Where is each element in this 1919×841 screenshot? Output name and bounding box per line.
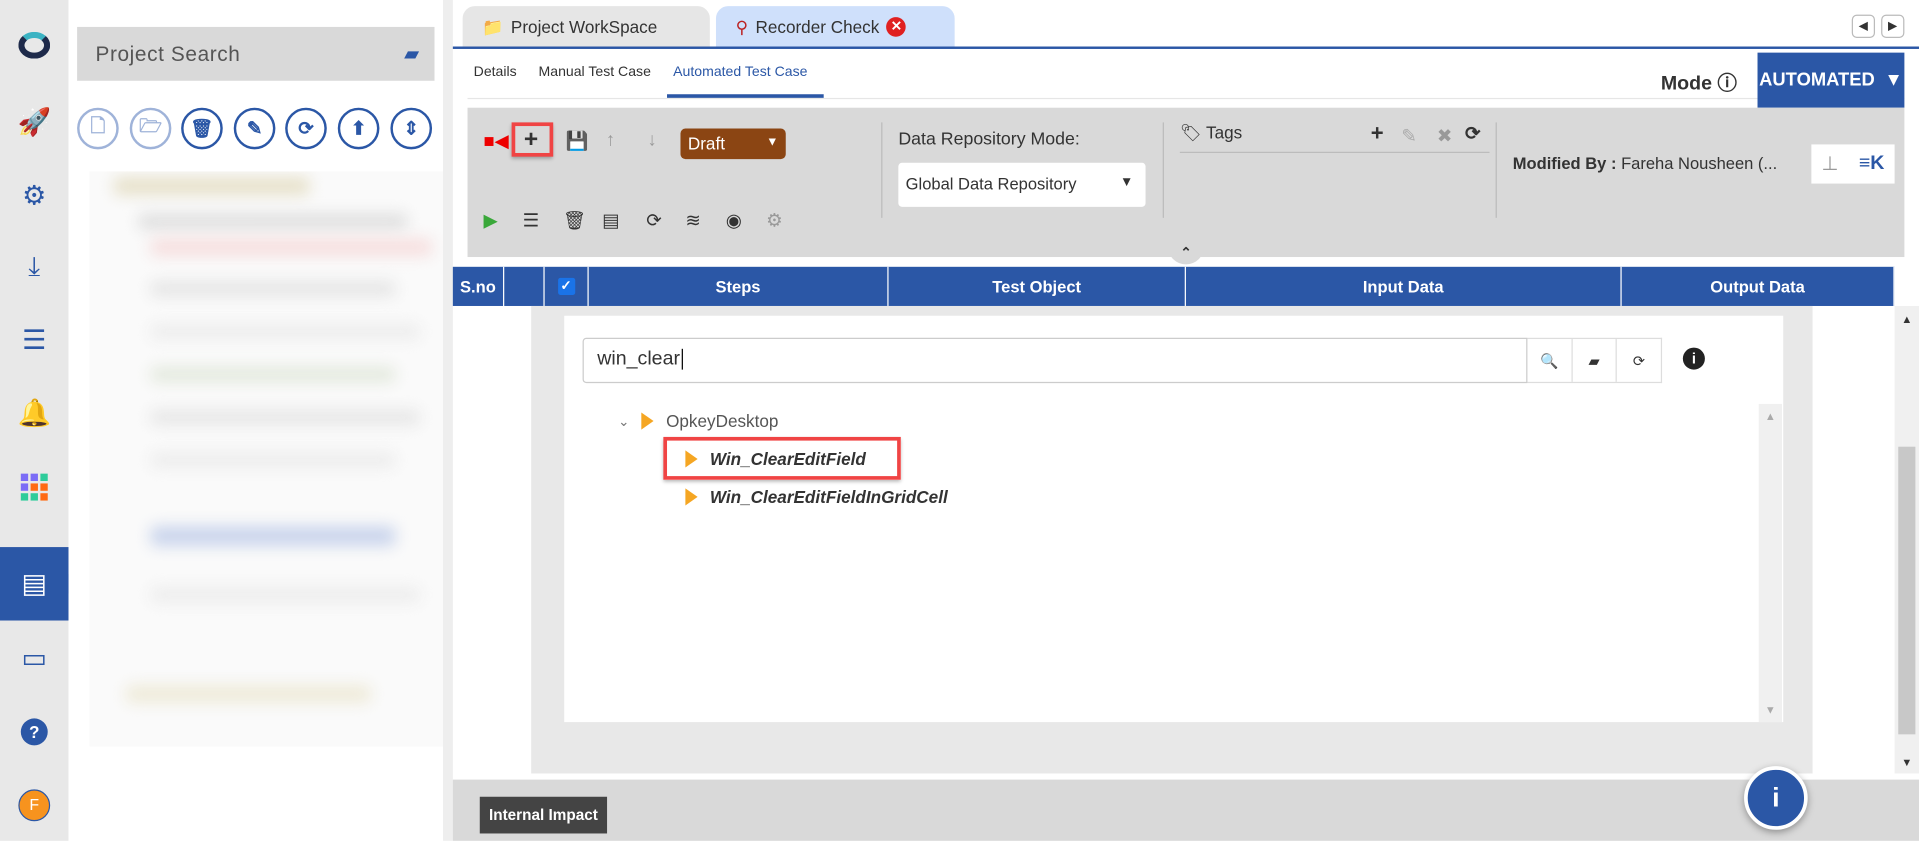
move-up-button[interactable]: ↑ — [606, 130, 615, 151]
tag-icon: 🏷 — [1179, 122, 1202, 142]
tags-divider — [1179, 151, 1490, 153]
rocket-icon[interactable]: 🚀 — [0, 98, 69, 147]
column-input-data: Input Data — [1186, 266, 1622, 306]
help-icon[interactable]: ? — [0, 707, 69, 756]
subtab-manual-test-case[interactable]: Manual Test Case — [539, 65, 651, 80]
refresh-step-button[interactable]: ⟳ — [646, 209, 661, 232]
tree-node-root[interactable]: ⌄ OpkeyDesktop — [618, 411, 778, 431]
subtab-details[interactable]: Details — [474, 65, 517, 80]
add-step-button[interactable]: + — [524, 126, 538, 154]
scroll-tabs-left-button[interactable]: ◀ — [1851, 14, 1876, 38]
add-tag-button[interactable]: + — [1371, 121, 1384, 147]
edit-tag-button[interactable]: ✎ — [1401, 125, 1416, 147]
keyword-search-input[interactable]: win_clear — [582, 337, 1528, 384]
new-file-button[interactable]: 🗋 — [77, 107, 119, 150]
node-arrow-icon — [641, 412, 654, 430]
folder-icon: 📁 — [482, 16, 504, 37]
column-steps: Steps — [589, 266, 889, 306]
delete-button[interactable]: 🗑 — [181, 107, 223, 150]
caret-down-icon: ▼ — [766, 135, 779, 150]
list-icon[interactable]: ☰ — [0, 316, 69, 365]
test-case-toolbar: ■◀ + 💾 ↑ ↓ Draft ▼ ▶ ☰ 🗑 ▤ ⟳ ≋ ◉ ⚙ Data R… — [467, 107, 1905, 258]
tab-divider — [452, 46, 1919, 49]
delete-step-button[interactable]: 🗑 — [563, 209, 586, 232]
chevron-down-icon[interactable]: ⌄ — [618, 413, 629, 429]
tree-node-keyword[interactable]: Win_ClearEditField — [685, 449, 866, 469]
info-icon[interactable]: ⓘ — [1717, 73, 1737, 94]
collapse-toolbar-button[interactable]: ⌃ — [1167, 244, 1205, 265]
data-repository-label: Data Repository Mode: — [898, 129, 1080, 150]
tab-recorder-check[interactable]: ⚲ Recorder Check ✕ — [715, 6, 955, 48]
eraser-icon[interactable]: ▰ — [1572, 339, 1618, 382]
hierarchy-icon[interactable]: ⊥ — [1822, 152, 1839, 176]
refresh-tags-button[interactable]: ⟳ — [1465, 122, 1480, 145]
icon-rail: 🚀 ⚙ ⤓ ☰ 🔔 ▤ ▭ ? F — [0, 0, 81, 841]
column-blank — [504, 266, 545, 306]
internal-impact-button[interactable]: Internal Impact — [479, 796, 608, 834]
list-view-button[interactable]: ☰ — [523, 209, 539, 232]
column-test-object: Test Object — [889, 266, 1186, 306]
view-button[interactable]: ◉ — [726, 209, 742, 232]
caret-down-icon: ▼ — [1120, 175, 1134, 190]
mode-label: Mode ⓘ — [1660, 73, 1738, 95]
delete-tag-button[interactable]: ✖ — [1437, 125, 1452, 147]
layers-button[interactable]: ≋ — [685, 209, 700, 232]
open-folder-button[interactable]: 🗁 — [129, 107, 172, 150]
avatar[interactable]: F — [0, 781, 69, 830]
refresh-icon[interactable]: ⟳ — [1617, 339, 1661, 382]
expand-collapse-button[interactable]: ⇕ — [390, 107, 433, 150]
footer-bar — [452, 779, 1919, 841]
settings-button[interactable]: ⚙ — [766, 209, 782, 232]
separator — [1162, 122, 1164, 218]
info-icon[interactable]: i — [1682, 347, 1705, 370]
test-case-icon[interactable]: ▤ — [0, 547, 81, 621]
search-icon[interactable]: 🔍 — [1527, 339, 1573, 382]
data-repository-select[interactable]: Global Data Repository ▼ — [898, 162, 1146, 207]
recorder-icon: ⚲ — [735, 16, 749, 37]
table-scrollbar[interactable]: ▲ ▼ — [1894, 305, 1919, 774]
close-tab-icon[interactable]: ✕ — [886, 17, 907, 37]
subtab-automated-test-case[interactable]: Automated Test Case — [673, 65, 807, 80]
node-arrow-icon — [685, 450, 698, 468]
logo-icon — [0, 21, 69, 70]
select-all-checkbox[interactable]: ✓ — [545, 266, 589, 306]
column-output-data: Output Data — [1622, 266, 1895, 306]
steps-table-header: S.no ✓ Steps Test Object Input Data Outp… — [452, 266, 1895, 306]
download-icon[interactable]: ⤓ — [0, 242, 69, 291]
move-down-button[interactable]: ↓ — [647, 130, 656, 151]
report-button[interactable]: ▤ — [602, 209, 619, 232]
eraser-icon[interactable]: ▰ — [404, 42, 420, 66]
keyword-view-icon[interactable]: ≡K — [1859, 153, 1885, 175]
info-fab-button[interactable]: i — [1744, 766, 1808, 830]
bell-icon[interactable]: 🔔 — [0, 389, 69, 438]
run-button[interactable]: ▶ — [483, 209, 497, 232]
view-switcher: ⊥ ≡K — [1811, 144, 1895, 184]
tab-project-workspace[interactable]: 📁 Project WorkSpace — [462, 6, 710, 48]
modified-by: Modified By : Fareha Nousheen (... — [1512, 154, 1778, 173]
search-actions: 🔍 ▰ ⟳ — [1527, 337, 1663, 384]
tree-scrollbar[interactable]: ▲ ▼ — [1758, 403, 1782, 723]
project-tree-blurred — [89, 171, 444, 747]
docs-icon[interactable]: ▭ — [0, 634, 69, 683]
tree-node-keyword[interactable]: Win_ClearEditFieldInGridCell — [685, 487, 948, 507]
mode-dropdown[interactable]: AUTOMATED ▼ — [1757, 52, 1905, 108]
node-arrow-icon — [685, 488, 698, 506]
save-button[interactable]: 💾 — [565, 130, 588, 152]
gears-icon[interactable]: ⚙ — [0, 171, 69, 220]
separator — [881, 122, 883, 218]
refresh-button[interactable]: ⟳ — [285, 107, 327, 150]
project-search-input[interactable]: Project Search ▰ — [77, 26, 435, 81]
separator — [1495, 122, 1497, 218]
tags-label: 🏷 Tags — [1179, 122, 1243, 142]
subtab-divider — [467, 97, 1905, 100]
panel-splitter[interactable] — [443, 0, 453, 841]
apps-grid-icon[interactable] — [0, 463, 69, 512]
upload-button[interactable]: ⬆ — [337, 107, 380, 150]
scroll-tabs-right-button[interactable]: ▶ — [1881, 14, 1905, 38]
record-icon[interactable]: ■◀ — [483, 130, 508, 152]
caret-down-icon: ▼ — [1884, 69, 1903, 91]
edit-button[interactable]: ✎ — [233, 107, 276, 150]
column-sno: S.no — [453, 266, 505, 306]
status-dropdown[interactable]: Draft ▼ — [680, 128, 786, 160]
